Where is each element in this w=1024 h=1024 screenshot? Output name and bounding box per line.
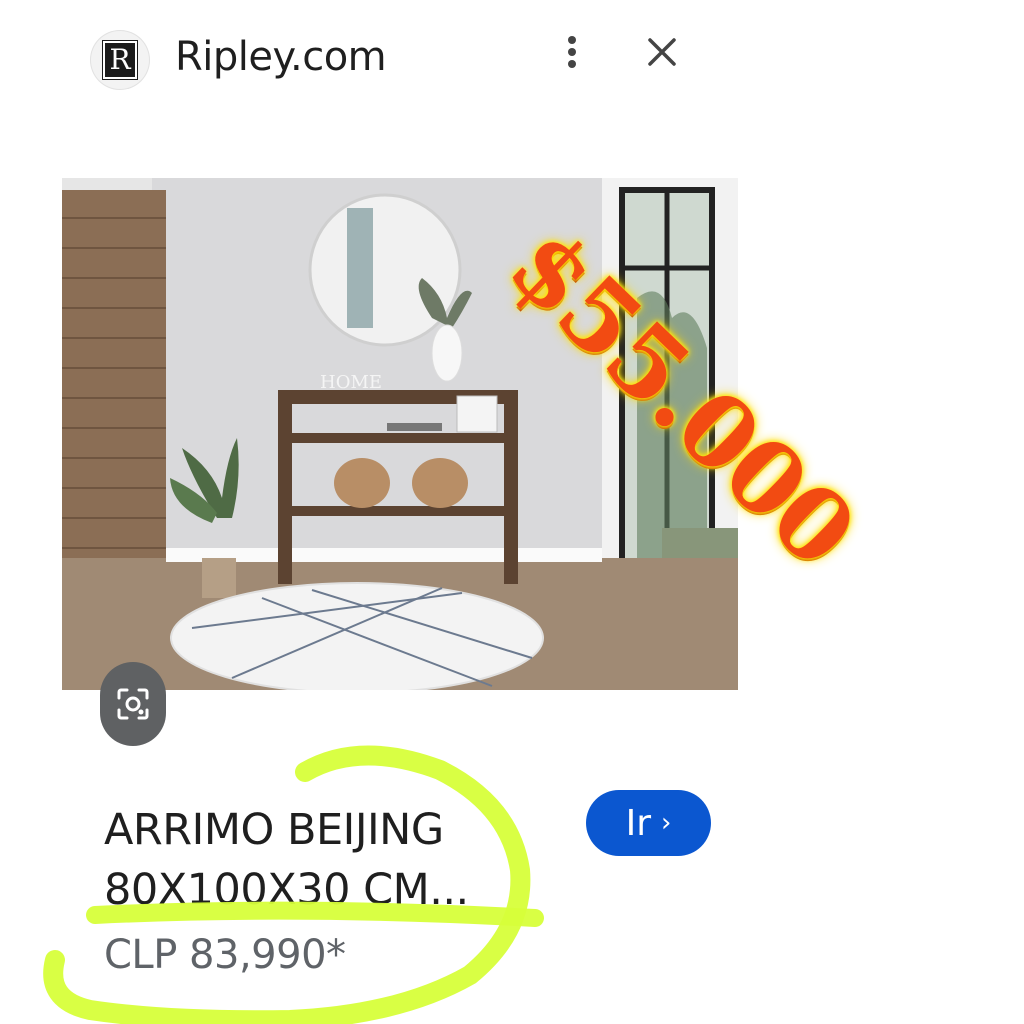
more-vertical-icon[interactable] bbox=[556, 32, 588, 72]
go-button[interactable]: Ir › bbox=[586, 790, 711, 856]
result-header: R Ripley.com bbox=[0, 0, 1024, 110]
site-favicon[interactable]: R bbox=[90, 30, 150, 90]
product-title-line2: 80X100X30 CM... bbox=[104, 865, 469, 915]
product-title-line1: ARRIMO BEIJING bbox=[104, 805, 444, 855]
go-button-label: Ir bbox=[625, 802, 651, 844]
favicon-letter: R bbox=[103, 41, 137, 79]
chevron-right-icon: › bbox=[661, 808, 672, 838]
lens-button[interactable] bbox=[100, 662, 166, 746]
home-sign: HOME bbox=[320, 372, 382, 393]
site-name[interactable]: Ripley.com bbox=[175, 34, 387, 80]
image-search-icon bbox=[117, 688, 149, 720]
product-title[interactable]: ARRIMO BEIJING 80X100X30 CM... bbox=[104, 800, 524, 920]
close-icon[interactable] bbox=[642, 32, 682, 72]
product-price: CLP 83,990* bbox=[104, 932, 346, 978]
